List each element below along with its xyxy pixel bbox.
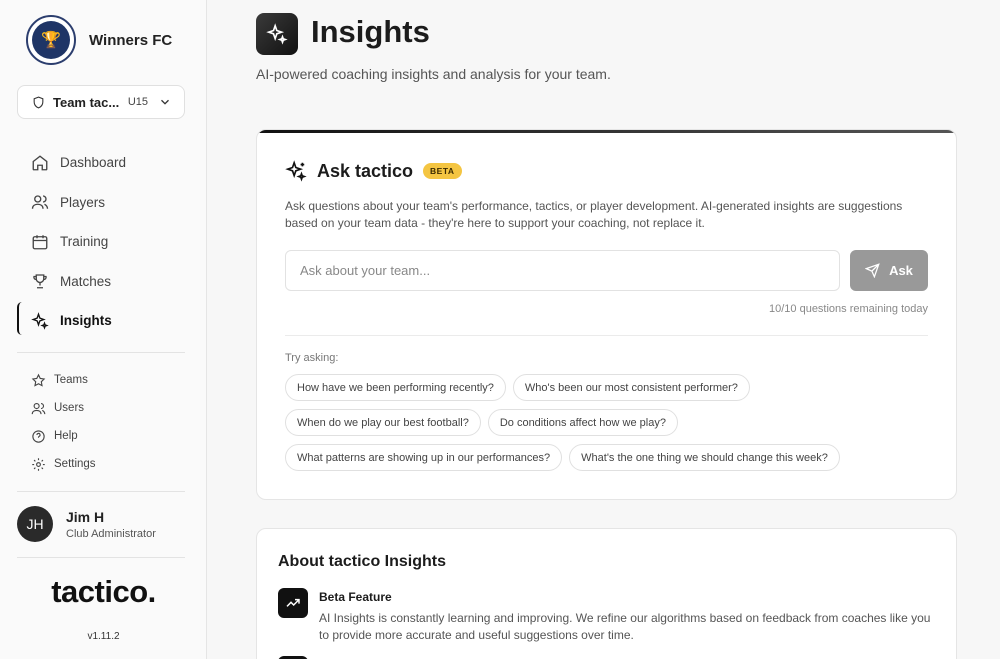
secondary-nav: Teams Users Help Settings [17,366,185,478]
nav-item-users[interactable]: Users [17,394,185,422]
page-title: Insights [311,14,430,49]
trophy-crest-icon: 🏆 [32,21,70,59]
ask-header: Ask tactico BETA [285,160,462,182]
ask-title: Ask tactico [317,160,414,181]
chip-row: What patterns are showing up in our perf… [285,444,935,471]
nav-label: Insights [60,313,112,329]
card-divider [285,335,928,336]
about-insights-card: About tactico Insights Beta Feature AI I… [256,528,957,659]
users-icon [31,195,49,210]
suggestion-chips: How have we been performing recently? Wh… [285,374,935,479]
team-selector[interactable]: Team tac... U15 [17,85,185,119]
nav-label: Settings [54,458,96,470]
nav-label: Training [60,234,109,250]
suggestion-chip[interactable]: What patterns are showing up in our perf… [285,444,563,471]
club-crest-logo: 🏆 [26,15,76,65]
user-name: Jim H [66,508,105,525]
sidebar-divider [17,491,185,492]
home-icon [32,155,48,171]
team-selector-age: U15 [127,96,148,108]
feature-description: AI Insights is constantly learning and i… [319,611,931,642]
shield-icon [33,96,44,109]
ask-button[interactable]: Ask [850,250,928,291]
app-version: v1.11.2 [87,631,120,642]
gear-icon [32,457,45,471]
avatar: JH [17,506,53,542]
nav-item-dashboard[interactable]: Dashboard [17,143,185,183]
questions-remaining: 10/10 questions remaining today [769,303,928,315]
sparkles-icon [266,23,288,45]
star-icon [31,373,46,387]
nav-label: Players [60,194,106,210]
feature-title: Beta Feature [319,590,392,604]
sparkles-icon [285,160,307,182]
sparkles-icon [31,311,49,330]
user-role: Club Administrator [66,527,156,540]
users-icon [31,402,46,414]
calendar-icon [32,235,48,250]
trophy-icon [33,274,47,289]
nav-item-teams[interactable]: Teams [17,366,185,394]
help-circle-icon [32,429,45,443]
ask-tactico-card: Ask tactico BETA Ask questions about you… [256,129,957,500]
ask-button-label: Ask [889,263,913,278]
nav-label: Dashboard [60,155,127,171]
nav-item-matches[interactable]: Matches [17,262,185,302]
page-subtitle: AI-powered coaching insights and analysi… [256,66,611,82]
nav-item-help[interactable]: Help [17,422,185,450]
nav-label: Help [54,430,78,442]
suggestion-chip[interactable]: What's the one thing we should change th… [569,444,840,471]
suggestion-chip[interactable]: When do we play our best football? [285,409,481,436]
about-title: About tactico Insights [278,553,446,570]
ask-input[interactable] [285,250,840,291]
user-profile[interactable]: JH Jim H Club Administrator [17,506,156,542]
nav-label: Users [54,402,85,414]
chip-row: How have we been performing recently? Wh… [285,374,935,401]
sidebar-divider [17,557,185,558]
try-asking-label: Try asking: [285,352,339,364]
nav-label: Teams [54,374,88,386]
send-icon [865,263,880,278]
chevron-down-icon [161,99,169,105]
main-nav: Dashboard Players Training Matches Insig… [17,143,185,341]
nav-item-training[interactable]: Training [17,222,185,262]
nav-item-insights[interactable]: Insights [17,301,185,341]
team-selector-name: Team tac... [53,94,120,110]
ask-description: Ask questions about your team's performa… [285,199,903,230]
sidebar: 🏆 Winners FC Team tac... U15 Dashboard P… [0,0,207,659]
nav-label: Matches [60,273,112,289]
chip-row: When do we play our best football? Do co… [285,409,935,436]
brand-logo: tactico. [51,574,156,609]
club-name: Winners FC [89,31,173,49]
nav-item-settings[interactable]: Settings [17,450,185,478]
trending-up-icon [278,588,308,618]
card-accent-bar [257,130,956,133]
suggestion-chip[interactable]: Who's been our most consistent performer… [512,374,750,401]
club-header[interactable]: 🏆 Winners FC [26,15,172,65]
user-info: Jim H Club Administrator [66,509,156,540]
beta-badge: BETA [423,163,462,179]
page-icon [256,13,298,55]
suggestion-chip[interactable]: Do conditions affect how we play? [487,409,678,436]
nav-item-players[interactable]: Players [17,183,185,223]
sidebar-divider [17,352,185,353]
suggestion-chip[interactable]: How have we been performing recently? [285,374,506,401]
